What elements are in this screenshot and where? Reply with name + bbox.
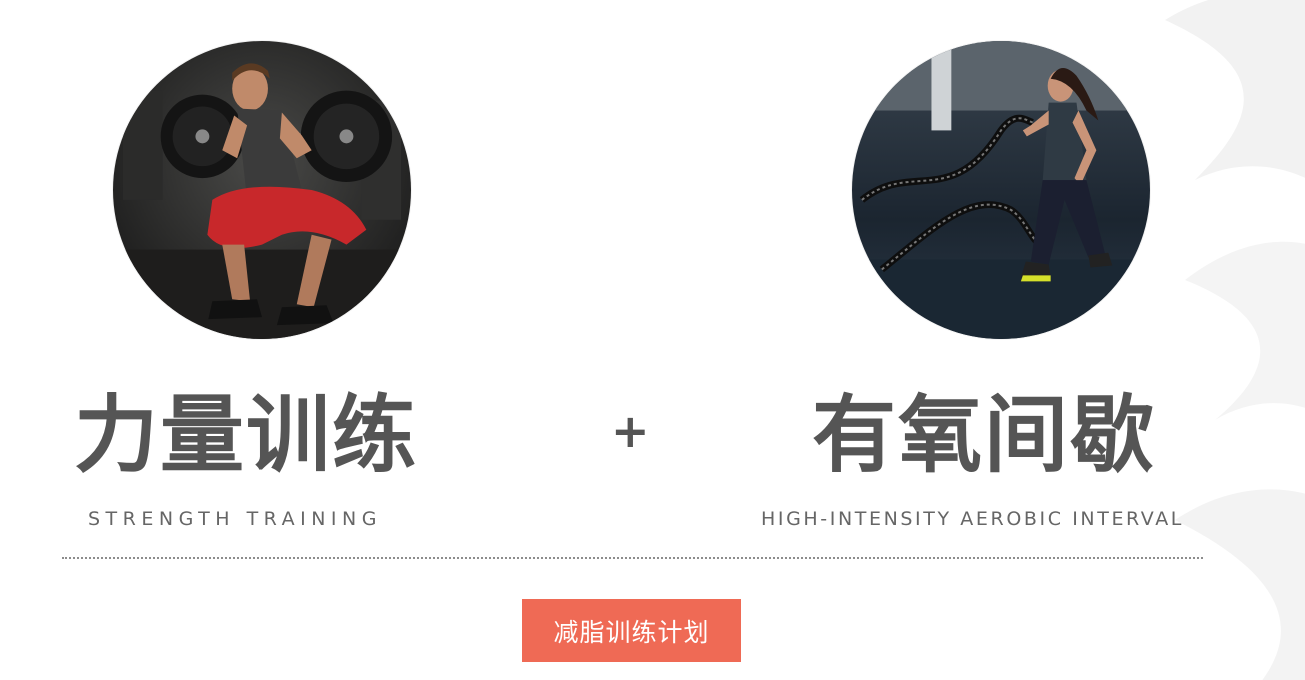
- fat-loss-plan-button[interactable]: 减脂训练计划: [522, 599, 741, 662]
- dotted-divider: [62, 557, 1203, 559]
- plus-symbol: +: [611, 404, 650, 458]
- aerobic-interval-photo: [852, 41, 1150, 339]
- background-swoosh-decoration: [1165, 0, 1305, 680]
- aerobic-interval-subtitle: HIGH-INTENSITY AEROBIC INTERVAL: [761, 508, 1184, 530]
- strength-training-title: 力量训练: [74, 386, 419, 484]
- strength-training-subtitle: STRENGTH TRAINING: [88, 508, 382, 530]
- aerobic-interval-title: 有氧间歇: [812, 386, 1157, 484]
- slide: 力量训练 + 有氧间歇 STRENGTH TRAINING HIGH-INTEN…: [0, 0, 1305, 680]
- strength-training-photo: [113, 41, 411, 339]
